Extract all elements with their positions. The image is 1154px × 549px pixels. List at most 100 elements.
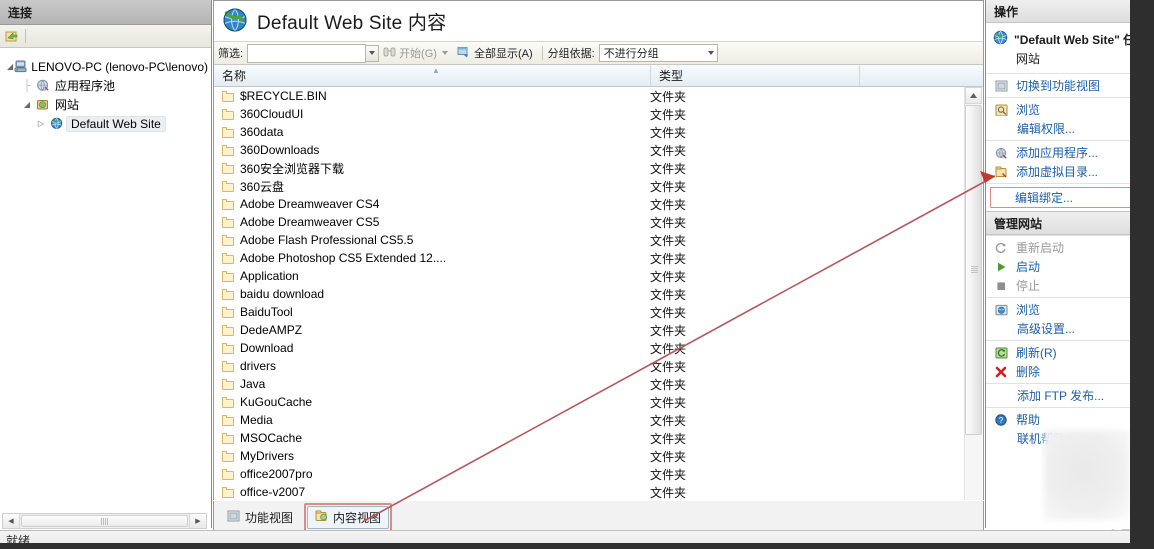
cell-name: office2007pro bbox=[214, 467, 642, 481]
scroll-up-button[interactable] bbox=[965, 87, 982, 104]
file-name: Adobe Photoshop CS5 Extended 12.... bbox=[240, 251, 447, 265]
scroll-left-button[interactable]: ◀ bbox=[3, 514, 20, 528]
action-item-link[interactable]: 编辑权限... bbox=[986, 119, 1154, 138]
cell-name: baidu download bbox=[214, 287, 642, 301]
action-item-add-application-icon[interactable]: 添加应用程序... bbox=[986, 143, 1154, 162]
content-list: $RECYCLE.BIN 文件夹 360CloudUI 文件夹 360data 文件夹 36… bbox=[214, 87, 983, 500]
connect-icon[interactable] bbox=[3, 27, 21, 45]
table-row[interactable]: 360云盘 文件夹 bbox=[214, 177, 961, 195]
action-item-delete-icon[interactable]: 删除 bbox=[986, 362, 1154, 381]
column-header-name[interactable]: 名称 ▲ bbox=[214, 65, 651, 86]
filter-label: 筛选: bbox=[218, 48, 244, 60]
show-all-label: 全部显示(A) bbox=[473, 48, 533, 60]
go-split-caret-icon[interactable] bbox=[441, 51, 448, 55]
table-row[interactable]: Download 文件夹 bbox=[214, 339, 961, 357]
manage-site-header: 管理网站 ▲ bbox=[986, 211, 1154, 235]
cell-name: Media bbox=[214, 413, 642, 427]
table-row[interactable]: Java 文件夹 bbox=[214, 375, 961, 393]
group-by-select[interactable]: 不进行分组 bbox=[598, 44, 718, 62]
action-item-add-virtual-directory-icon[interactable]: 添加虚拟目录... bbox=[986, 162, 1154, 181]
tree-item-server[interactable]: ◢ LENOVO-PC (lenovo-PC\lenovo) bbox=[6, 57, 211, 76]
action-item-switch-view-icon[interactable]: 切换到功能视图 bbox=[986, 76, 1154, 95]
actions-task-title: "Default Web Site" 任务 bbox=[1014, 32, 1148, 47]
filter-input[interactable] bbox=[247, 43, 367, 63]
action-item-label: 编辑权限... bbox=[1017, 122, 1076, 136]
column-header-type[interactable]: 类型 bbox=[651, 65, 860, 86]
table-row[interactable]: Adobe Dreamweaver CS4 文件夹 bbox=[214, 195, 961, 213]
file-name: Download bbox=[240, 341, 294, 355]
cell-type: 文件夹 bbox=[650, 143, 687, 158]
connections-pane: 连接 ◢ LENOVO-PC (lenovo-PC\lenovo) ├ 应用程序… bbox=[0, 0, 212, 530]
table-row[interactable]: $RECYCLE.BIN 文件夹 bbox=[214, 87, 961, 105]
tree-item-default-web-site[interactable]: ▷ Default Web Site bbox=[6, 114, 211, 133]
chevron-right-icon[interactable]: ▷ bbox=[34, 119, 48, 128]
tree-horizontal-scrollbar[interactable]: ◀ ▶ bbox=[2, 513, 207, 529]
cell-type: 文件夹 bbox=[650, 251, 687, 266]
table-row[interactable]: Application 文件夹 bbox=[214, 267, 961, 285]
action-item-browse-site-icon[interactable]: 浏览 bbox=[986, 300, 1154, 319]
table-row[interactable]: MyDrivers 文件夹 bbox=[214, 447, 961, 465]
table-row[interactable]: office2007pro 文件夹 bbox=[214, 465, 961, 483]
scroll-right-button[interactable]: ▶ bbox=[189, 514, 206, 528]
table-row[interactable]: 360data 文件夹 bbox=[214, 123, 961, 141]
table-row[interactable]: drivers 文件夹 bbox=[214, 357, 961, 375]
table-row[interactable]: KuGouCache 文件夹 bbox=[214, 393, 961, 411]
tab-feature-view[interactable]: 功能视图 bbox=[220, 507, 300, 528]
cell-name: MSOCache bbox=[214, 431, 642, 445]
table-row[interactable]: BaiduTool 文件夹 bbox=[214, 303, 961, 321]
folder-icon bbox=[222, 126, 235, 138]
cell-type: 文件夹 bbox=[650, 341, 687, 356]
list-vertical-scrollbar[interactable] bbox=[964, 87, 982, 500]
chevron-down-icon-sites[interactable]: ◢ bbox=[20, 100, 34, 109]
filter-go-button[interactable]: 开始(G) bbox=[379, 45, 441, 62]
tree-item-default-web-site-label: Default Web Site bbox=[66, 115, 166, 132]
table-row[interactable]: Media 文件夹 bbox=[214, 411, 961, 429]
table-row[interactable]: Adobe Flash Professional CS5.5 文件夹 bbox=[214, 231, 961, 249]
tree-item-app-pools[interactable]: ├ 应用程序池 bbox=[6, 76, 211, 95]
group-by-value: 不进行分组 bbox=[603, 48, 659, 60]
folder-icon bbox=[222, 360, 235, 372]
table-row[interactable]: DedeAMPZ 文件夹 bbox=[214, 321, 961, 339]
action-item-refresh-icon[interactable]: 刷新(R) bbox=[986, 343, 1154, 362]
action-item-label: 切换到功能视图 bbox=[1016, 79, 1101, 93]
sites-folder-icon bbox=[34, 98, 52, 111]
scrollbar-thumb[interactable] bbox=[965, 105, 982, 435]
file-name: KuGouCache bbox=[240, 395, 313, 409]
table-row[interactable]: 360Downloads 文件夹 bbox=[214, 141, 961, 159]
action-item-link[interactable]: 添加 FTP 发布... bbox=[986, 386, 1154, 405]
table-row[interactable]: Adobe Dreamweaver CS5 文件夹 bbox=[214, 213, 961, 231]
window-edge-bottom bbox=[0, 543, 1154, 549]
action-group: 刷新(R) 删除 bbox=[986, 340, 1154, 383]
action-item-start-icon[interactable]: 启动 bbox=[986, 257, 1154, 276]
folder-icon bbox=[222, 180, 235, 192]
file-name: office-v2007 bbox=[240, 485, 306, 499]
content-list-rows: $RECYCLE.BIN 文件夹 360CloudUI 文件夹 360data 文件夹 36… bbox=[214, 87, 961, 500]
show-all-button[interactable]: 全部显示(A) bbox=[453, 45, 537, 62]
cell-type: 文件夹 bbox=[650, 323, 687, 338]
hscrollbar-thumb[interactable] bbox=[21, 515, 188, 527]
table-row[interactable]: office-v2007 文件夹 bbox=[214, 483, 961, 500]
cell-type: 文件夹 bbox=[650, 107, 687, 122]
tree-item-sites[interactable]: ◢ 网站 bbox=[6, 95, 211, 114]
cell-name: Download bbox=[214, 341, 642, 355]
table-row[interactable]: Adobe Photoshop CS5 Extended 12.... 文件夹 bbox=[214, 249, 961, 267]
folder-icon bbox=[222, 450, 235, 462]
filter-dropdown-button[interactable] bbox=[366, 44, 380, 62]
chevron-down-icon[interactable]: ◢ bbox=[6, 62, 14, 71]
action-item-help-icon[interactable]: ? 帮助 bbox=[986, 410, 1154, 429]
table-row[interactable]: 360CloudUI 文件夹 bbox=[214, 105, 961, 123]
action-item-browse-icon[interactable]: 浏览 bbox=[986, 100, 1154, 119]
folder-icon bbox=[222, 324, 235, 336]
table-row[interactable]: 360安全浏览器下载 文件夹 bbox=[214, 159, 961, 177]
cell-type: 文件夹 bbox=[650, 413, 687, 428]
website-globe-icon bbox=[993, 30, 1008, 48]
content-view-highlight: 内容视图 bbox=[304, 502, 393, 532]
folder-icon bbox=[222, 486, 235, 498]
table-row[interactable]: baidu download 文件夹 bbox=[214, 285, 961, 303]
table-row[interactable]: MSOCache 文件夹 bbox=[214, 429, 961, 447]
action-item-link[interactable]: 高级设置... bbox=[986, 319, 1154, 338]
restart-icon bbox=[993, 240, 1010, 255]
tab-content-view[interactable]: 内容视图 bbox=[307, 505, 390, 529]
action-item-link[interactable]: 编辑绑定... bbox=[990, 187, 1148, 208]
folder-icon bbox=[222, 342, 235, 354]
